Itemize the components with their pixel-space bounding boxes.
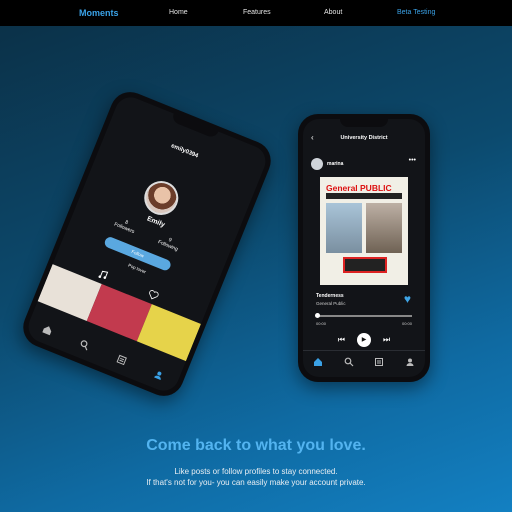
hero-subtext-line-2: If that's not for you- you can easily ma… [146,478,366,487]
previous-track-icon[interactable]: ⏮ [338,335,345,345]
home-icon[interactable] [313,357,323,367]
music-screen: ‹ University District marina ••• General… [303,119,425,377]
library-icon[interactable] [374,357,384,367]
post-username[interactable]: marina [327,161,343,167]
brand-logo[interactable]: Moments [79,8,119,18]
heart-icon[interactable] [147,289,160,302]
play-button[interactable]: ▶ [357,333,371,347]
album-cover-photo-right [366,203,402,253]
song-artist: General Public [316,301,346,306]
music-note-icon [98,270,109,279]
top-navbar: Moments Home Features About Beta Testing [0,0,512,26]
more-options-icon[interactable]: ••• [409,157,416,164]
phone-notch [340,119,388,127]
album-cover-eyes [343,257,387,273]
search-icon[interactable] [78,338,91,351]
search-icon[interactable] [344,357,354,367]
album-cover-photo-left [326,203,362,253]
profile-icon[interactable] [152,368,165,381]
profile-phone-mockup: emily0394 Emily 8 Followers 9 Following … [17,86,277,402]
elapsed-time: 00:00 [316,321,327,326]
nav-link-home[interactable]: Home [169,9,188,16]
total-time: 00:00 [401,321,412,326]
avatar[interactable] [311,158,323,170]
music-phone-mockup: ‹ University District marina ••• General… [298,114,430,382]
profile-username: emily0394 [170,143,199,160]
album-cover-title: General PUBLIC [326,183,392,193]
nav-link-features[interactable]: Features [243,9,271,16]
album-cover: General PUBLIC [320,177,408,285]
nav-link-beta-testing[interactable]: Beta Testing [397,9,435,16]
profile-screen: emily0394 Emily 8 Followers 9 Following … [23,92,271,396]
song-title: Tenderness [316,293,344,299]
like-heart-icon[interactable]: ♥ [404,292,411,306]
nav-link-about[interactable]: About [324,9,342,16]
playback-controls: ⏮ ▶ ⏭ [303,333,425,347]
music-tab-bar [303,350,425,373]
home-icon[interactable] [41,323,54,336]
progress-track[interactable] [316,315,412,317]
profile-icon[interactable] [405,357,415,367]
hero-subtext-line-1: Like posts or follow profiles to stay co… [174,467,338,476]
next-track-icon[interactable]: ⏭ [383,335,390,345]
progress-knob[interactable] [315,313,320,318]
phone-notch [170,113,219,139]
album-cover-strip [326,193,402,199]
library-icon[interactable] [115,353,128,366]
hero-headline: Come back to what you love. [146,437,366,454]
location-header: University District [340,135,388,141]
